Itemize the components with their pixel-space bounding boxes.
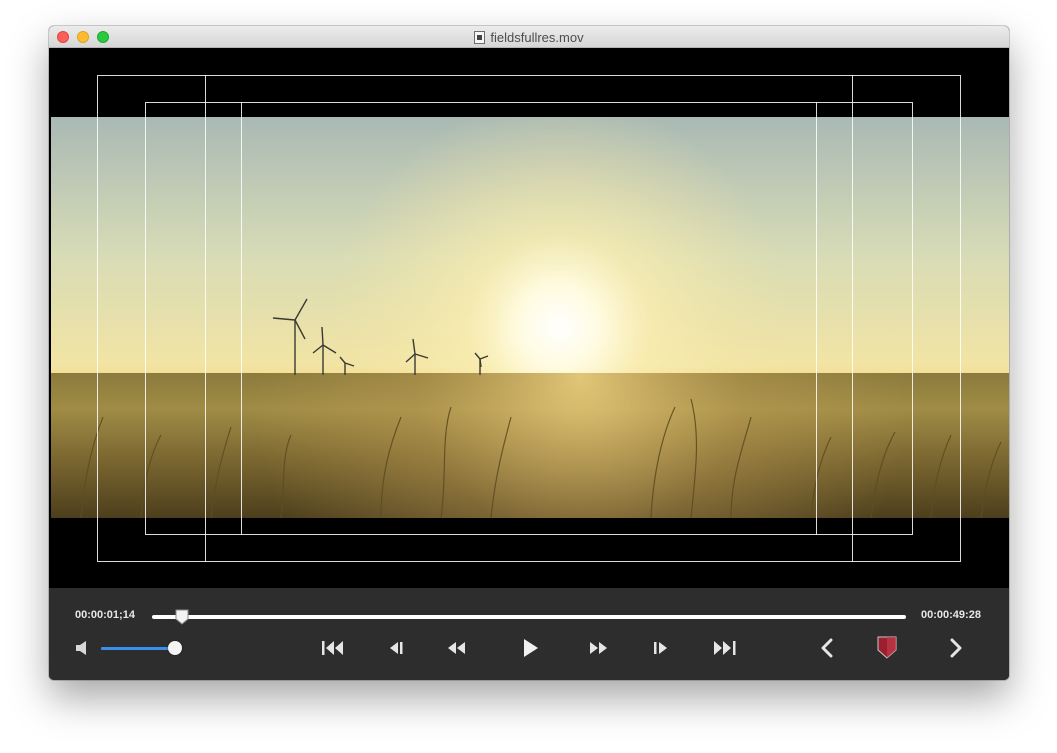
window-title: fieldsfullres.mov [490,29,584,45]
title-bar[interactable]: fieldsfullres.mov [49,26,1009,48]
player-window: fieldsfullres.mov 00:00:01;14 00:00:49:2… [49,26,1009,680]
scrubber-track[interactable] [152,615,906,619]
scrubber-handle[interactable] [175,609,189,625]
chevron-right-icon [950,638,962,658]
volume-slider-fill [101,647,176,650]
step-forward-button[interactable] [647,638,675,658]
skip-to-start-button[interactable] [319,638,347,658]
skip-to-end-button[interactable] [711,638,739,658]
next-marker-button[interactable] [942,638,970,658]
movie-document-icon[interactable] [474,30,486,44]
total-time: 00:00:49:28 [921,609,981,621]
fast-forward-icon [590,642,607,654]
step-back-frame-icon [390,642,403,654]
previous-marker-button[interactable] [813,638,841,658]
playback-controls-bar: 00:00:01;14 00:00:49:28 [49,588,1009,680]
fast-forward-button[interactable] [585,638,613,658]
rewind-icon [448,642,465,654]
play-icon [524,639,538,657]
guide-line-left-outer [205,75,206,562]
guide-line-left-inner [241,102,242,535]
chevron-left-icon [821,638,833,658]
step-forward-frame-icon [654,642,667,654]
rewind-button[interactable] [443,638,471,658]
marker-button[interactable] [873,635,901,661]
volume-slider-knob[interactable] [168,641,183,655]
speaker-icon[interactable] [75,640,89,656]
skip-to-end-icon [714,641,736,655]
guide-line-right-inner [816,102,817,535]
video-viewport[interactable] [49,48,1009,588]
play-button[interactable] [516,638,544,658]
shield-marker-icon [877,636,897,659]
step-back-button[interactable] [383,638,411,658]
guide-line-right-outer [852,75,853,562]
skip-to-start-icon [322,641,343,655]
volume-slider-track[interactable] [101,647,177,650]
video-frame [51,117,1009,518]
current-time: 00:00:01;14 [75,609,135,621]
window-title-group: fieldsfullres.mov [49,26,1009,48]
